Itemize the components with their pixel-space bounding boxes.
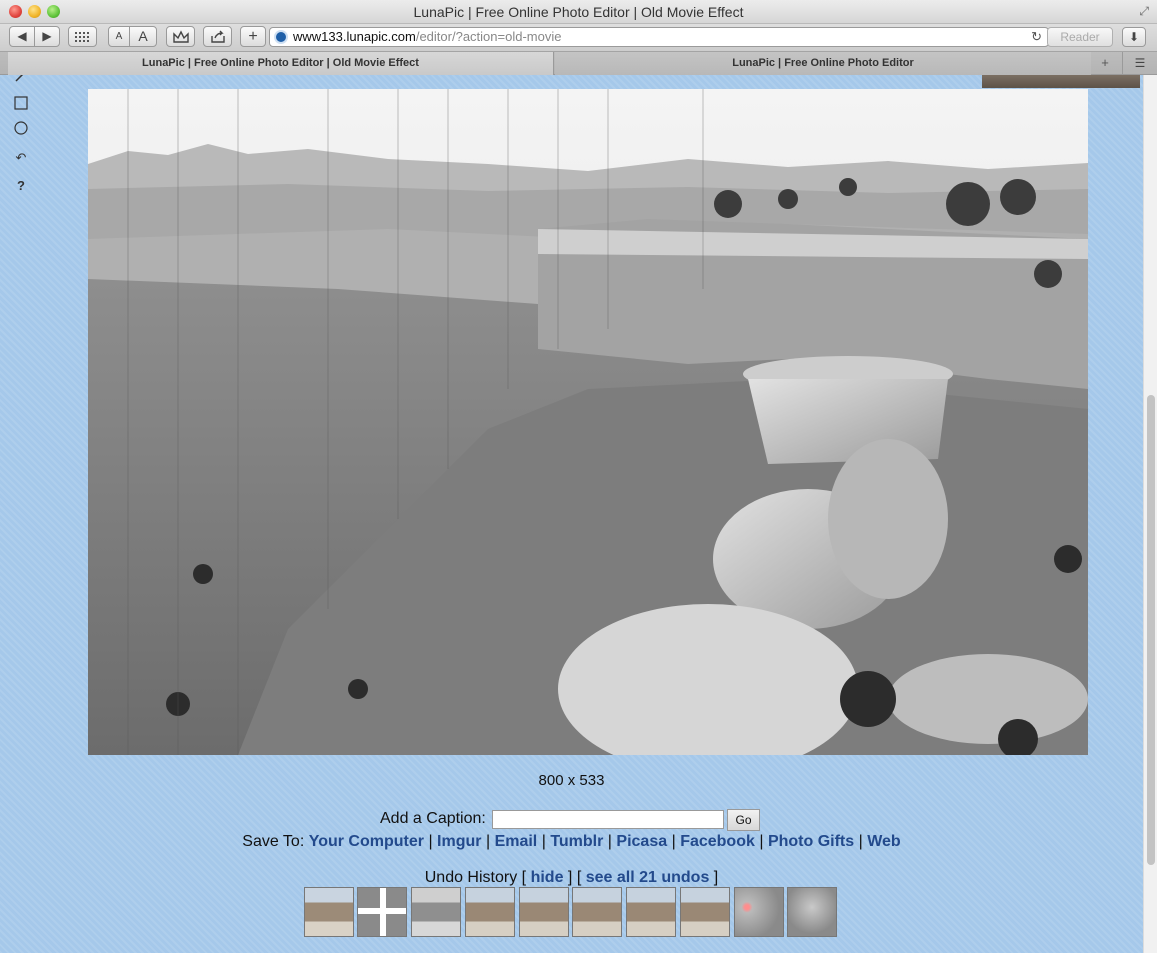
- undo-thumbnail[interactable]: [411, 887, 461, 937]
- undo-icon[interactable]: ↶: [12, 149, 30, 167]
- page-content: ↶ ? 800 x 533 Add a Caption: Go Save To:…: [0, 75, 1143, 953]
- back-button[interactable]: ◀: [9, 26, 35, 47]
- undo-thumbnail[interactable]: [572, 887, 622, 937]
- undo-thumbnail[interactable]: [680, 887, 730, 937]
- canyon-photo-image: [88, 89, 1088, 755]
- undo-bracket-open-2: [: [576, 869, 582, 886]
- ad-banner-strip[interactable]: [982, 75, 1140, 88]
- top-sites-grid-icon[interactable]: [68, 26, 97, 47]
- select-rect-icon[interactable]: [12, 96, 30, 114]
- undo-thumbnail[interactable]: [465, 887, 515, 937]
- fullscreen-icon[interactable]: ⤢: [1139, 4, 1149, 19]
- tab-overview-icon[interactable]: ☰: [1122, 52, 1157, 75]
- font-smaller-button[interactable]: A: [108, 26, 130, 47]
- new-tab-icon[interactable]: +: [1096, 54, 1114, 72]
- undo-history-label: Undo History: [424, 869, 518, 886]
- title-bar: LunaPic | Free Online Photo Editor | Old…: [0, 0, 1157, 24]
- url-path: /editor/?action=old-movie: [415, 29, 562, 44]
- undo-history-row: Undo History [ hide ] [ see all 21 undos…: [0, 869, 1143, 887]
- undo-thumbnail[interactable]: [357, 887, 407, 937]
- save-imgur-link[interactable]: Imgur: [437, 833, 481, 850]
- image-dimensions: 800 x 533: [538, 772, 605, 789]
- undo-hide-link[interactable]: hide: [531, 869, 564, 886]
- font-larger-button[interactable]: A: [129, 26, 157, 47]
- tab-bar: LunaPic | Free Online Photo Editor | Old…: [0, 51, 1157, 75]
- select-circle-icon[interactable]: [12, 121, 30, 139]
- edited-photo[interactable]: [88, 89, 1088, 755]
- downloads-icon[interactable]: ⬇: [1122, 27, 1146, 47]
- tab-photo-editor[interactable]: LunaPic | Free Online Photo Editor: [555, 52, 1091, 75]
- save-web-link[interactable]: Web: [867, 833, 900, 850]
- reader-button[interactable]: Reader: [1047, 27, 1113, 47]
- address-bar[interactable]: www133.lunapic.com/editor/?action=old-mo…: [269, 27, 1049, 47]
- window-title: LunaPic | Free Online Photo Editor | Old…: [413, 4, 744, 20]
- forward-button[interactable]: ▶: [34, 26, 60, 47]
- undo-thumbnail[interactable]: [626, 887, 676, 937]
- undo-see-all-link[interactable]: see all 21 undos: [586, 869, 710, 886]
- bookmark-crown-icon[interactable]: [166, 26, 195, 47]
- url-text[interactable]: www133.lunapic.com/editor/?action=old-mo…: [293, 28, 561, 46]
- undo-thumbnail[interactable]: [304, 887, 354, 937]
- vertical-scrollbar[interactable]: [1143, 75, 1157, 953]
- undo-bracket-open: [: [521, 869, 527, 886]
- add-bookmark-button[interactable]: +: [240, 26, 266, 47]
- scrollbar-thumb[interactable]: [1147, 395, 1155, 865]
- undo-bracket-close: ]: [567, 869, 573, 886]
- pencil-icon[interactable]: [12, 75, 30, 87]
- save-to-row: Save To: Your Computer | Imgur | Email |…: [242, 833, 901, 850]
- url-host: www133.lunapic.com: [293, 29, 416, 44]
- help-icon[interactable]: ?: [12, 177, 30, 195]
- tab-old-movie-effect[interactable]: LunaPic | Free Online Photo Editor | Old…: [8, 52, 554, 75]
- caption-label: Add a Caption:: [380, 810, 486, 827]
- caption-input[interactable]: [492, 810, 724, 829]
- browser-toolbar: ◀ ▶ A A + www133.lunapic.com/editor/?act…: [0, 24, 1157, 51]
- caption-go-button[interactable]: Go: [727, 809, 760, 831]
- save-your-computer-link[interactable]: Your Computer: [309, 833, 424, 850]
- undo-bracket-close-2: ]: [713, 869, 719, 886]
- save-photo-gifts-link[interactable]: Photo Gifts: [768, 833, 854, 850]
- save-picasa-link[interactable]: Picasa: [616, 833, 667, 850]
- undo-thumbnail[interactable]: [787, 887, 837, 937]
- save-facebook-link[interactable]: Facebook: [680, 833, 755, 850]
- share-icon[interactable]: [203, 26, 232, 47]
- lunapic-favicon-icon: [274, 30, 288, 44]
- save-tumblr-link[interactable]: Tumblr: [550, 833, 603, 850]
- reload-icon[interactable]: ↻: [1031, 28, 1042, 46]
- save-to-label: Save To:: [242, 833, 305, 850]
- save-email-link[interactable]: Email: [495, 833, 538, 850]
- undo-thumbnail[interactable]: [734, 887, 784, 937]
- undo-thumbnail[interactable]: [519, 887, 569, 937]
